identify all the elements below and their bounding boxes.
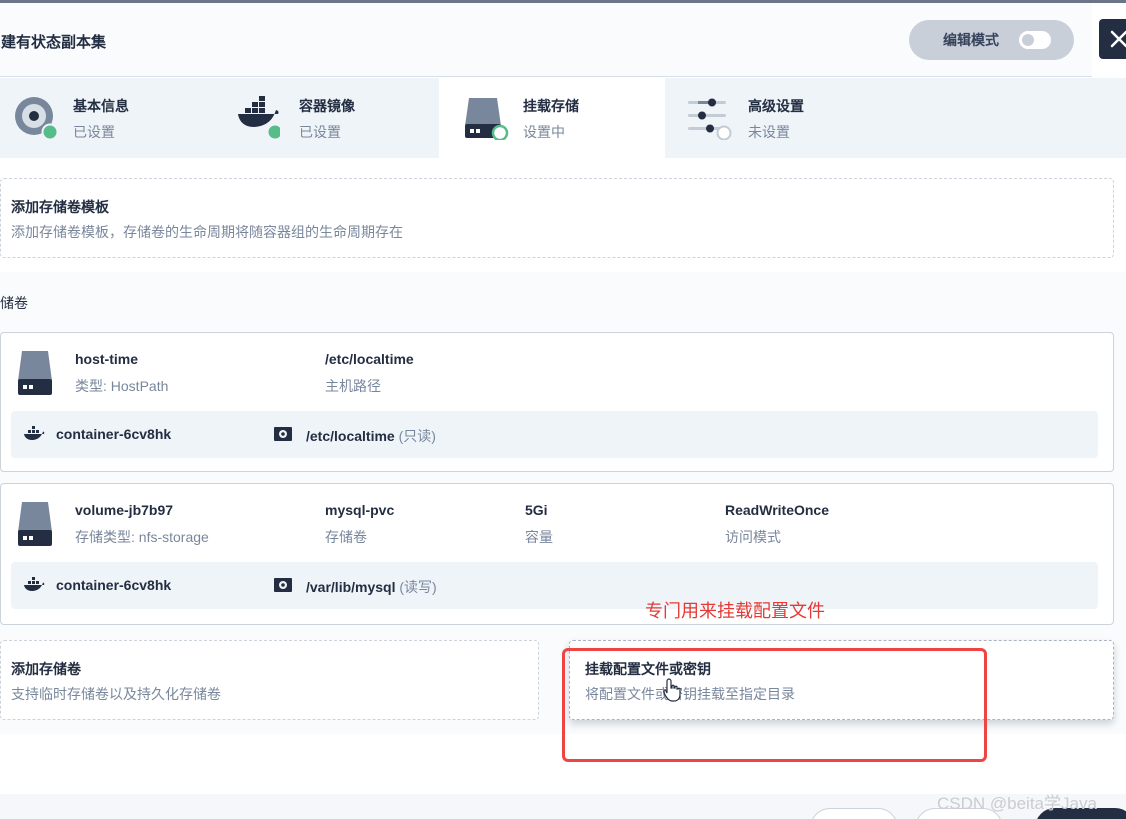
disk-icon: [15, 97, 58, 140]
step-title: 高级设置: [748, 98, 804, 114]
annotation-text: 专门用来挂载配置文件: [645, 601, 825, 621]
volume-name: host-time: [75, 351, 138, 367]
footer-button[interactable]: [810, 808, 898, 819]
capacity-label: 容量: [525, 529, 553, 545]
host-path-label: 主机路径: [325, 378, 381, 394]
volume-name: volume-jb7b97: [75, 502, 174, 518]
mount-mode: (读写): [399, 579, 437, 595]
modal-header: 创建有状态副本集 编辑模式: [0, 3, 1092, 77]
docker-icon: [238, 96, 280, 140]
step-status: 未设置: [748, 124, 790, 140]
gear-icon: [274, 578, 292, 592]
mount-container: container-6cv8hk: [56, 577, 172, 593]
toggle-icon: [1019, 31, 1051, 49]
mount-path: /var/lib/mysql (读写): [306, 577, 437, 597]
sliders-icon: [688, 98, 732, 140]
pvc-label: 存储卷: [325, 529, 367, 545]
section-label: 存储卷: [0, 295, 28, 311]
volume-type: 类型: HostPath: [75, 378, 169, 394]
add-volume-button[interactable]: 添加存储卷 支持临时存储卷以及持久化存储卷: [0, 640, 539, 720]
mount-path-value: /etc/localtime: [306, 428, 395, 444]
step-title: 容器镜像: [299, 98, 355, 114]
edit-mode-button[interactable]: 编辑模式: [909, 20, 1074, 60]
mount-row: container-6cv8hk /etc/localtime (只读): [11, 411, 1098, 458]
mount-mode: (只读): [398, 428, 436, 444]
storage-icon: [18, 502, 52, 546]
page-title: 创建有状态副本集: [0, 34, 107, 51]
watermark: CSDN @beita学Java: [937, 794, 1097, 813]
volume-type: 存储类型: nfs-storage: [75, 529, 209, 545]
card-title: 添加存储卷: [11, 661, 81, 677]
pvc-value: mysql-pvc: [325, 502, 395, 518]
tab-basic-info[interactable]: 基本信息 已设置: [0, 78, 226, 158]
step-status: 设置中: [523, 124, 565, 140]
close-icon: [1110, 30, 1126, 48]
tab-container-image[interactable]: 容器镜像 已设置: [226, 78, 452, 158]
mount-path-value: /var/lib/mysql: [306, 579, 396, 595]
card-desc: 添加存储卷模板，存储卷的生命周期将随容器组的生命周期存在: [11, 224, 403, 240]
step-status: 已设置: [73, 124, 115, 140]
volume-card-host-time[interactable]: host-time 类型: HostPath /etc/localtime 主机…: [0, 332, 1114, 472]
storage-icon: [18, 351, 52, 395]
step-title: 挂载存储: [523, 98, 579, 114]
host-path-value: /etc/localtime: [325, 351, 414, 367]
card-desc: 支持临时存储卷以及持久化存储卷: [11, 686, 221, 702]
mount-container: container-6cv8hk: [56, 426, 172, 442]
volume-card-volume-jb7b97[interactable]: volume-jb7b97 存储类型: nfs-storage mysql-pv…: [0, 483, 1114, 625]
step-tabs: 基本信息 已设置 容器镜像 已设置 挂载存储 设置中 高级设置 未设置: [0, 78, 1126, 158]
edit-mode-label: 编辑模式: [943, 32, 999, 48]
step-title: 基本信息: [73, 98, 129, 114]
annotation-box: [562, 648, 987, 762]
mount-path: /etc/localtime (只读): [306, 426, 436, 446]
gear-icon: [274, 427, 292, 441]
docker-icon: [24, 577, 45, 591]
close-button[interactable]: [1099, 19, 1126, 59]
add-volume-template-card[interactable]: 添加存储卷模板 添加存储卷模板，存储卷的生命周期将随容器组的生命周期存在: [0, 178, 1114, 258]
storage-icon: [465, 98, 509, 140]
tab-mount-storage[interactable]: 挂载存储 设置中: [439, 78, 665, 158]
tab-advanced-settings[interactable]: 高级设置 未设置: [664, 78, 890, 158]
capacity-value: 5Gi: [525, 502, 548, 518]
access-mode-label: 访问模式: [725, 529, 781, 545]
docker-icon: [24, 426, 45, 440]
step-status: 已设置: [299, 124, 341, 140]
access-mode-value: ReadWriteOnce: [725, 502, 829, 518]
hand-cursor-icon: [663, 678, 681, 702]
card-title: 添加存储卷模板: [11, 199, 109, 215]
mount-row: container-6cv8hk /var/lib/mysql (读写): [11, 562, 1098, 609]
